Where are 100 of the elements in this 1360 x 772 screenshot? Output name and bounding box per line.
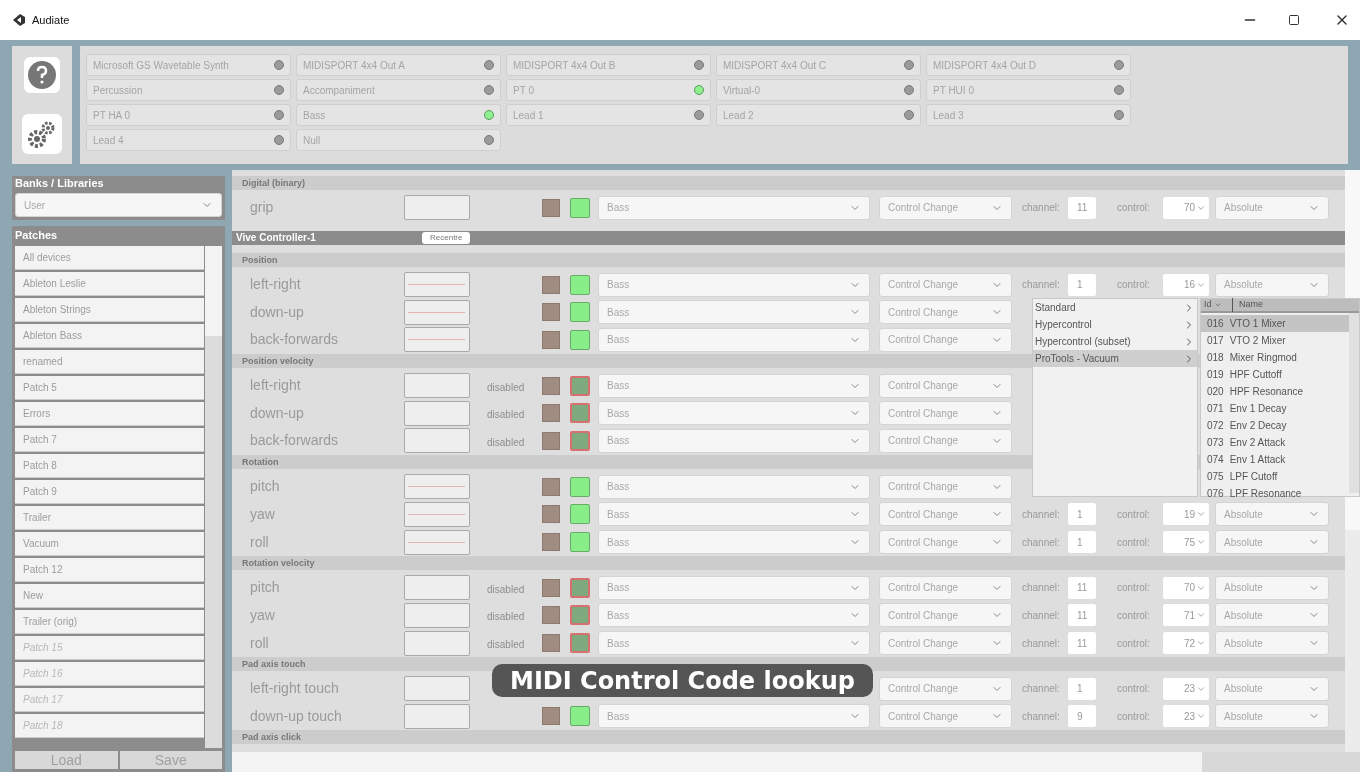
channel-field[interactable]: 9 xyxy=(1067,704,1097,729)
message-type-select[interactable]: Control Change xyxy=(879,373,1012,398)
message-type-select[interactable]: Control Change xyxy=(879,327,1012,352)
control-select[interactable]: 70 xyxy=(1162,195,1210,220)
device-toggle[interactable]: Accompaniment xyxy=(296,79,501,101)
control-select[interactable]: 72 xyxy=(1162,631,1210,656)
message-type-select[interactable]: Control Change xyxy=(879,631,1012,656)
maximize-icon[interactable] xyxy=(1288,14,1300,26)
control-select[interactable]: 70 xyxy=(1162,575,1210,600)
patch-item[interactable]: Patch 12 xyxy=(15,558,204,582)
active-toggle[interactable] xyxy=(570,375,590,396)
solo-toggle[interactable] xyxy=(542,533,560,552)
patch-item[interactable]: Ableton Leslie xyxy=(15,272,204,296)
message-type-select[interactable]: Control Change xyxy=(879,474,1012,499)
output-select[interactable]: Bass xyxy=(598,373,870,398)
control-select[interactable]: 16 xyxy=(1162,272,1210,297)
message-type-select[interactable]: Control Change xyxy=(879,603,1012,628)
patch-item[interactable]: Ableton Bass xyxy=(15,324,204,348)
output-select[interactable]: Bass xyxy=(598,502,870,527)
device-toggle[interactable]: Lead 2 xyxy=(716,104,921,126)
mode-select[interactable]: Absolute xyxy=(1215,502,1329,527)
column-header[interactable]: Id xyxy=(1201,298,1233,312)
active-toggle[interactable] xyxy=(570,329,590,350)
solo-toggle[interactable] xyxy=(542,431,560,450)
message-type-select[interactable]: Control Change xyxy=(879,300,1012,325)
message-type-select[interactable]: Control Change xyxy=(879,676,1012,701)
message-type-select[interactable]: Control Change xyxy=(879,530,1012,555)
active-toggle[interactable] xyxy=(570,633,590,654)
device-toggle[interactable]: Bass xyxy=(296,104,501,126)
device-toggle[interactable]: Lead 4 xyxy=(86,129,291,151)
output-select[interactable]: Bass xyxy=(598,428,870,453)
device-toggle[interactable]: MIDISPORT 4x4 Out C xyxy=(716,54,921,76)
patch-item[interactable]: Trailer (orig) xyxy=(15,610,204,634)
settings-button[interactable] xyxy=(22,113,62,154)
output-select[interactable]: Bass xyxy=(598,401,870,426)
active-toggle[interactable] xyxy=(570,706,590,727)
device-toggle[interactable]: Microsoft GS Wavetable Synth xyxy=(86,54,291,76)
solo-toggle[interactable] xyxy=(542,477,560,496)
code-row[interactable]: 072 Env 2 Decay xyxy=(1201,417,1349,434)
message-type-select[interactable]: Control Change xyxy=(879,401,1012,426)
patch-item[interactable]: All devices xyxy=(15,246,204,270)
device-toggle[interactable]: MIDISPORT 4x4 Out B xyxy=(506,54,711,76)
channel-field[interactable]: 11 xyxy=(1067,603,1097,628)
column-header[interactable]: Name xyxy=(1233,298,1263,312)
solo-toggle[interactable] xyxy=(542,303,560,322)
menu-item[interactable]: Hypercontrol xyxy=(1033,316,1197,333)
code-row[interactable]: 073 Env 2 Attack xyxy=(1201,434,1349,451)
channel-field[interactable]: 1 xyxy=(1067,272,1097,297)
code-row[interactable]: 019 HPF Cuttoff xyxy=(1201,366,1349,383)
solo-toggle[interactable] xyxy=(542,606,560,625)
patch-item[interactable]: Patch 18 xyxy=(15,714,204,738)
mode-select[interactable]: Absolute xyxy=(1215,631,1329,656)
solo-toggle[interactable] xyxy=(542,578,560,597)
solo-toggle[interactable] xyxy=(542,634,560,653)
solo-toggle[interactable] xyxy=(542,505,560,524)
active-toggle[interactable] xyxy=(570,532,590,553)
mode-select[interactable]: Absolute xyxy=(1215,676,1329,701)
active-toggle[interactable] xyxy=(570,430,590,451)
active-toggle[interactable] xyxy=(570,577,590,598)
patch-item[interactable]: renamed xyxy=(15,350,204,374)
device-toggle[interactable]: Virtual-0 xyxy=(716,79,921,101)
channel-field[interactable]: 1 xyxy=(1067,502,1097,527)
patch-item[interactable]: Patch 8 xyxy=(15,454,204,478)
code-row[interactable]: 071 Env 1 Decay xyxy=(1201,400,1349,417)
output-select[interactable]: Bass xyxy=(598,603,870,628)
channel-field[interactable]: 1 xyxy=(1067,530,1097,555)
device-toggle[interactable]: MIDISPORT 4x4 Out D xyxy=(926,54,1131,76)
active-toggle[interactable] xyxy=(570,197,590,218)
mode-select[interactable]: Absolute xyxy=(1215,704,1329,729)
message-type-select[interactable]: Control Change xyxy=(879,272,1012,297)
recentre-button[interactable]: Recentre xyxy=(422,231,471,244)
message-type-select[interactable]: Control Change xyxy=(879,704,1012,729)
mode-select[interactable]: Absolute xyxy=(1215,603,1329,628)
horizontal-scrollbar[interactable] xyxy=(232,752,1360,772)
patch-item[interactable]: Patch 5 xyxy=(15,376,204,400)
output-select[interactable]: Bass xyxy=(598,474,870,499)
device-toggle[interactable]: Percussion xyxy=(86,79,291,101)
message-type-select[interactable]: Control Change xyxy=(879,428,1012,453)
patch-item[interactable]: Patch 7 xyxy=(15,428,204,452)
solo-toggle[interactable] xyxy=(542,404,560,423)
mode-select[interactable]: Absolute xyxy=(1215,575,1329,600)
solo-toggle[interactable] xyxy=(542,275,560,294)
help-button[interactable] xyxy=(24,56,60,93)
output-select[interactable]: Bass xyxy=(598,530,870,555)
channel-field[interactable]: 11 xyxy=(1067,195,1097,220)
control-select[interactable]: 71 xyxy=(1162,603,1210,628)
active-toggle[interactable] xyxy=(570,302,590,323)
channel-field[interactable]: 1 xyxy=(1067,676,1097,701)
device-toggle[interactable]: Null xyxy=(296,129,501,151)
device-toggle[interactable]: Lead 3 xyxy=(926,104,1131,126)
channel-field[interactable]: 11 xyxy=(1067,631,1097,656)
control-select[interactable]: 23 xyxy=(1162,704,1210,729)
patch-item[interactable]: New xyxy=(15,584,204,608)
mode-select[interactable]: Absolute xyxy=(1215,195,1329,220)
code-row[interactable]: 020 HPF Resonance xyxy=(1201,383,1349,400)
channel-field[interactable]: 11 xyxy=(1067,575,1097,600)
output-select[interactable]: Bass xyxy=(598,195,870,220)
message-type-select[interactable]: Control Change xyxy=(879,575,1012,600)
code-row[interactable]: 076 LPF Resonance xyxy=(1201,485,1349,502)
mode-select[interactable]: Absolute xyxy=(1215,272,1329,297)
